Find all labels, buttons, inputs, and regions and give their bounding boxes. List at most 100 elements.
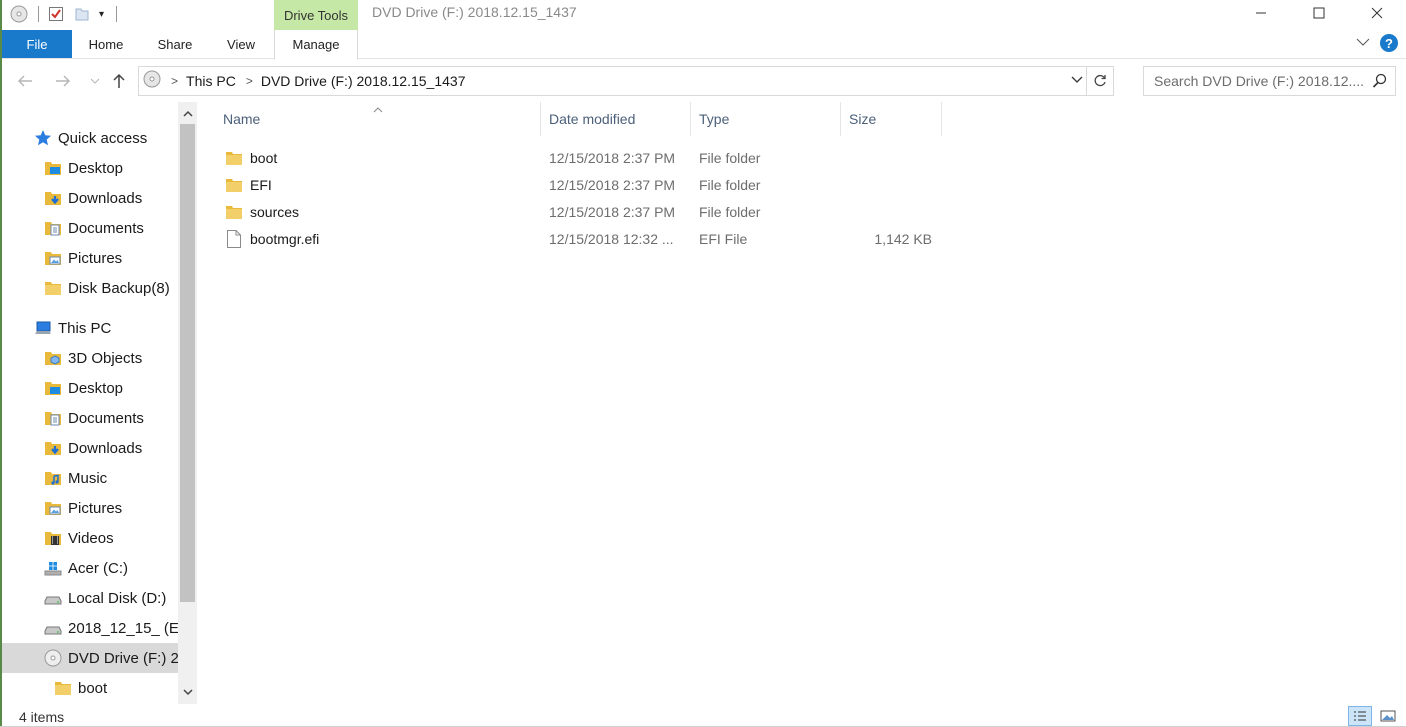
up-button[interactable]: [108, 70, 130, 92]
nav-item-drive-e[interactable]: 2018_12_15_ (E:): [2, 613, 197, 643]
scroll-down-arrow-icon[interactable]: [178, 682, 197, 702]
breadcrumb-dvd-drive[interactable]: DVD Drive (F:) 2018.12.15_1437: [261, 73, 466, 89]
documents-folder-icon: [44, 409, 62, 427]
nav-item-label: Quick access: [58, 129, 148, 147]
nav-item-documents[interactable]: Documents: [2, 213, 197, 243]
nav-item-this-pc[interactable]: This PC: [2, 313, 197, 343]
nav-item-label: Videos: [68, 529, 114, 547]
maximize-button[interactable]: [1290, 0, 1348, 26]
nav-item-label: This PC: [58, 319, 112, 337]
file-size: [841, 198, 932, 225]
nav-item-pictures-pc[interactable]: Pictures: [2, 493, 197, 523]
nav-item-label: boot: [78, 679, 108, 697]
folder-icon: [225, 171, 243, 198]
file-date-modified: 12/15/2018 2:37 PM: [549, 203, 676, 220]
nav-item-quick-access[interactable]: Quick access: [2, 123, 197, 153]
scroll-up-arrow-icon[interactable]: [178, 104, 197, 124]
file-name: boot: [250, 149, 278, 166]
search-icon[interactable]: [1372, 73, 1387, 93]
properties-icon[interactable]: [47, 5, 65, 23]
dvd-drive-icon: [143, 70, 161, 93]
nav-item-pictures[interactable]: Pictures: [2, 243, 197, 273]
new-folder-icon[interactable]: [73, 5, 91, 23]
nav-item-3d-objects[interactable]: 3D Objects: [2, 343, 197, 373]
file-name: bootmgr.efi: [250, 230, 320, 247]
nav-item-label: Disk Backup(8): [68, 279, 170, 297]
nav-item-label: Documents: [68, 219, 144, 237]
recent-locations-button[interactable]: [84, 70, 106, 92]
scrollbar-thumb[interactable]: [180, 124, 195, 602]
nav-item-desktop-pc[interactable]: Desktop: [2, 373, 197, 403]
column-header-size[interactable]: Size: [841, 102, 942, 136]
nav-item-downloads-pc[interactable]: Downloads: [2, 433, 197, 463]
customize-toolbar-icon[interactable]: ▾: [99, 9, 104, 20]
forward-button[interactable]: [52, 70, 74, 92]
file-icon: [226, 225, 242, 252]
file-name: EFI: [250, 176, 272, 193]
hard-drive-icon: [44, 619, 62, 637]
back-button[interactable]: [14, 70, 36, 92]
item-count: 4 items: [19, 709, 65, 725]
breadcrumb-separator-icon[interactable]: >: [246, 74, 253, 88]
nav-item-disk-backup[interactable]: Disk Backup(8): [2, 273, 197, 303]
drive-tools-contextual-tab: Drive Tools: [274, 0, 358, 30]
nav-item-downloads[interactable]: Downloads: [2, 183, 197, 213]
3d-objects-folder-icon: [44, 349, 62, 367]
nav-item-label: Desktop: [68, 379, 124, 397]
nav-item-label: Music: [68, 469, 108, 487]
file-row[interactable]: EFI 12/15/2018 2:37 PM File folder: [215, 171, 942, 198]
close-button[interactable]: [1348, 0, 1406, 26]
nav-item-boot[interactable]: boot: [2, 673, 197, 703]
hard-drive-icon: [44, 589, 62, 607]
tab-home[interactable]: Home: [78, 30, 134, 58]
search-box[interactable]: [1143, 66, 1396, 96]
nav-item-documents-pc[interactable]: Documents: [2, 403, 197, 433]
file-row[interactable]: sources 12/15/2018 2:37 PM File folder: [215, 198, 942, 225]
nav-item-local-disk-d[interactable]: Local Disk (D:): [2, 583, 197, 613]
nav-item-label: Pictures: [68, 499, 123, 517]
file-row[interactable]: boot 12/15/2018 2:37 PM File folder: [215, 144, 942, 171]
large-icons-view-icon[interactable]: [1376, 706, 1400, 726]
address-history-icon[interactable]: [1069, 72, 1085, 88]
file-date-modified: 12/15/2018 2:37 PM: [549, 176, 676, 193]
search-input[interactable]: [1152, 72, 1368, 90]
column-header-type[interactable]: Type: [691, 102, 841, 136]
window-title: DVD Drive (F:) 2018.12.15_1437: [372, 4, 577, 20]
computer-icon: [34, 319, 52, 337]
toolbar-separator: [116, 6, 118, 22]
help-icon[interactable]: ?: [1380, 34, 1398, 52]
file-type: File folder: [699, 149, 761, 166]
column-header-date-modified[interactable]: Date modified: [541, 102, 691, 136]
nav-item-music[interactable]: Music: [2, 463, 197, 493]
tab-file[interactable]: File: [2, 30, 72, 58]
minimize-button[interactable]: [1232, 0, 1290, 26]
pictures-folder-icon: [44, 249, 62, 267]
address-bar[interactable]: > This PC > DVD Drive (F:) 2018.12.15_14…: [138, 66, 1114, 96]
downloads-folder-icon: [44, 189, 62, 207]
tab-view[interactable]: View: [216, 30, 266, 58]
nav-pane-scrollbar[interactable]: [178, 102, 197, 704]
ribbon-tab-bar: File Home Share View Manage ?: [2, 30, 1406, 60]
file-type: EFI File: [699, 230, 748, 247]
tab-share[interactable]: Share: [148, 30, 202, 58]
nav-item-label: Acer (C:): [68, 559, 128, 577]
navigation-pane: Quick access Desktop Downloads Documents: [2, 102, 197, 704]
breadcrumb-this-pc[interactable]: This PC: [186, 73, 236, 89]
quick-access-toolbar: ▾: [10, 3, 125, 25]
file-name: sources: [250, 203, 300, 220]
refresh-button[interactable]: [1086, 67, 1113, 95]
expand-ribbon-icon[interactable]: [1356, 34, 1370, 52]
tab-manage[interactable]: Manage: [274, 30, 358, 60]
nav-item-desktop[interactable]: Desktop: [2, 153, 197, 183]
column-header-name[interactable]: Name: [215, 102, 541, 136]
file-row[interactable]: bootmgr.efi 12/15/2018 12:32 ... EFI Fil…: [215, 225, 942, 252]
file-type: File folder: [699, 176, 761, 193]
details-view-icon[interactable]: [1348, 706, 1372, 726]
nav-item-label: Downloads: [68, 189, 143, 207]
nav-item-videos[interactable]: Videos: [2, 523, 197, 553]
folder-icon: [44, 279, 62, 297]
breadcrumb-separator-icon[interactable]: >: [171, 74, 178, 88]
nav-item-dvd-drive-f[interactable]: DVD Drive (F:) 2018.12.15_1437: [2, 643, 197, 673]
nav-item-acer-c[interactable]: Acer (C:): [2, 553, 197, 583]
title-bar: ▾ Drive Tools DVD Drive (F:) 2018.12.15_…: [2, 0, 1406, 30]
